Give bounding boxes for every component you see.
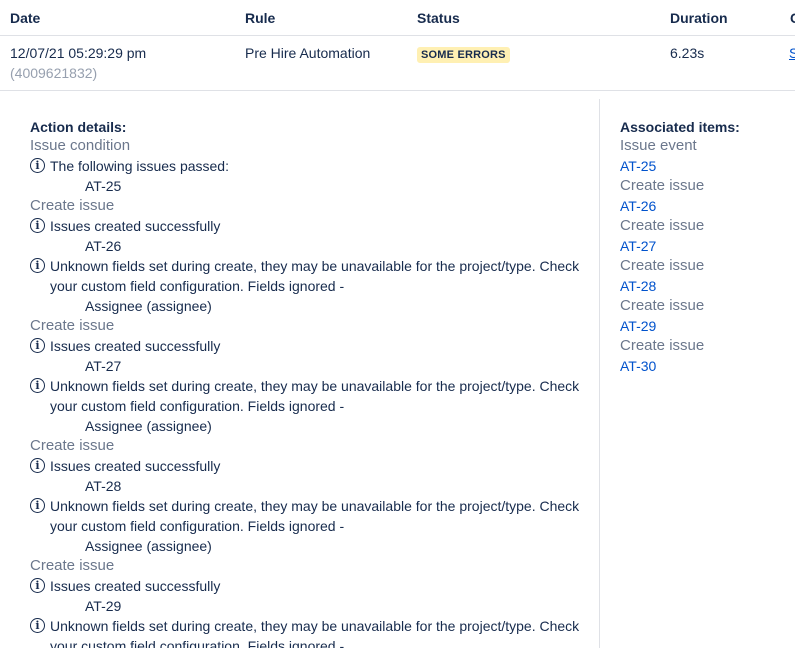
row-link[interactable]: S: [789, 45, 795, 61]
warning-message: i Unknown fields set during create, they…: [30, 256, 590, 296]
ignored-field: Assignee (assignee): [85, 538, 212, 554]
col-date-header[interactable]: Date: [10, 10, 40, 26]
info-icon: i: [30, 578, 45, 593]
divider: [599, 99, 600, 648]
message-text: your custom field configuration. Fields …: [50, 638, 345, 648]
info-icon: i: [30, 258, 45, 273]
info-message: i Issues created successfully: [30, 336, 590, 356]
warning-message: i Unknown fields set during create, they…: [30, 616, 590, 648]
action-title: Create issue: [30, 437, 115, 454]
message-text: your custom field configuration. Fields …: [50, 398, 345, 414]
action-title: Create issue: [30, 557, 115, 574]
action-title: Issue condition: [30, 137, 131, 154]
col-rule-header[interactable]: Rule: [245, 10, 275, 26]
ignored-field: Assignee (assignee): [85, 418, 212, 434]
warning-message: i Unknown fields set during create, they…: [30, 376, 590, 416]
row-date: 12/07/21 05:29:29 pm: [10, 45, 147, 61]
message-text: your custom field configuration. Fields …: [50, 518, 345, 534]
table-row[interactable]: 12/07/21 05:29:29 pm (4009621832) Pre Hi…: [0, 36, 795, 91]
action-details-title: Action details:: [30, 119, 127, 135]
message-text: Unknown fields set during create, they m…: [50, 258, 580, 274]
details-panel: Action details: Issue condition i The fo…: [0, 91, 795, 648]
issue-key: AT-29: [85, 598, 122, 614]
message-text: Issues created successfully: [50, 458, 221, 474]
ignored-field: Assignee (assignee): [85, 298, 212, 314]
info-message: i Issues created successfully: [30, 216, 590, 236]
message-text: Issues created successfully: [50, 218, 221, 234]
associated-issue-link[interactable]: AT-25: [620, 156, 790, 176]
associated-issue-link[interactable]: AT-27: [620, 236, 790, 256]
issue-key: AT-27: [85, 358, 122, 374]
row-id: (4009621832): [10, 65, 98, 81]
info-icon: i: [30, 338, 45, 353]
action-details: Action details: Issue condition i The fo…: [30, 118, 590, 648]
associated-label: Create issue: [620, 217, 705, 234]
table-header: Date Rule Status Duration C: [0, 0, 795, 36]
message-text: your custom field configuration. Fields …: [50, 278, 345, 294]
action-title: Create issue: [30, 317, 115, 334]
info-icon: i: [30, 618, 45, 633]
info-icon: i: [30, 458, 45, 473]
action-title: Create issue: [30, 197, 115, 214]
issue-key: AT-28: [85, 478, 122, 494]
associated-items-title: Associated items:: [620, 119, 740, 135]
associated-label: Create issue: [620, 257, 705, 274]
associated-label: Issue event: [620, 137, 697, 154]
info-message: i Issues created successfully: [30, 456, 590, 476]
message-text: Unknown fields set during create, they m…: [50, 378, 580, 394]
col-clipped-header[interactable]: C: [790, 10, 795, 26]
info-icon: i: [30, 158, 45, 173]
associated-label: Create issue: [620, 337, 705, 354]
associated-items: Associated items: Issue event AT-25 Crea…: [620, 118, 790, 376]
status-badge: SOME ERRORS: [417, 47, 510, 63]
message-text: Issues created successfully: [50, 338, 221, 354]
associated-label: Create issue: [620, 297, 705, 314]
info-icon: i: [30, 218, 45, 233]
row-status: SOME ERRORS: [417, 45, 510, 63]
info-message: i Issues created successfully: [30, 576, 590, 596]
message-text: The following issues passed:: [50, 158, 229, 174]
col-duration-header[interactable]: Duration: [670, 10, 728, 26]
issue-key: AT-25: [85, 178, 122, 194]
info-message: i The following issues passed:: [30, 156, 590, 176]
col-status-header[interactable]: Status: [417, 10, 460, 26]
associated-label: Create issue: [620, 177, 705, 194]
associated-issue-link[interactable]: AT-28: [620, 276, 790, 296]
row-duration: 6.23s: [670, 45, 705, 61]
info-icon: i: [30, 378, 45, 393]
message-text: Issues created successfully: [50, 578, 221, 594]
warning-message: i Unknown fields set during create, they…: [30, 496, 590, 536]
associated-issue-link[interactable]: AT-26: [620, 196, 790, 216]
associated-issue-link[interactable]: AT-29: [620, 316, 790, 336]
info-icon: i: [30, 498, 45, 513]
associated-issue-link[interactable]: AT-30: [620, 356, 790, 376]
issue-key: AT-26: [85, 238, 122, 254]
message-text: Unknown fields set during create, they m…: [50, 498, 580, 514]
message-text: Unknown fields set during create, they m…: [50, 618, 580, 634]
row-rule: Pre Hire Automation: [245, 45, 371, 61]
